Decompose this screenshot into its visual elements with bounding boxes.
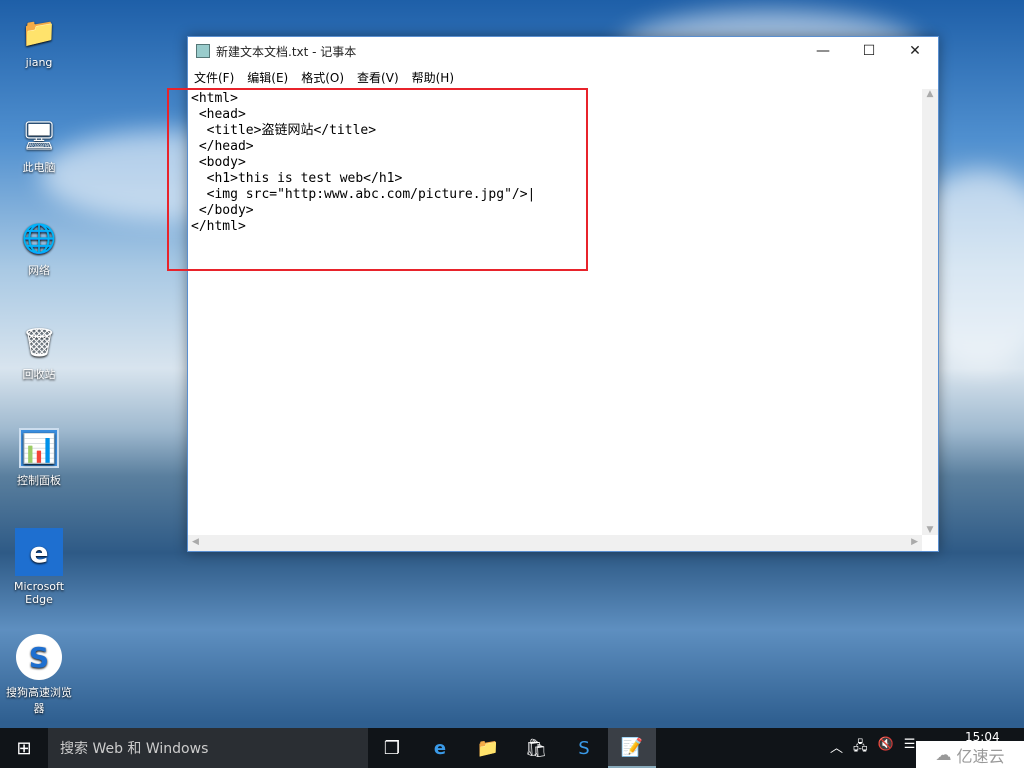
chevron-up-icon[interactable]: ︿ bbox=[830, 737, 843, 759]
menu-format[interactable]: 格式(O) bbox=[301, 69, 344, 86]
edge-icon: e bbox=[15, 528, 63, 576]
desktop-icon-this-pc[interactable]: 🖥 此电脑 bbox=[6, 115, 72, 175]
watermark: ☁ 亿速云 bbox=[916, 741, 1024, 768]
window-title: 新建文本文档.txt - 记事本 bbox=[216, 44, 357, 59]
scroll-down-icon[interactable]: ▼ bbox=[922, 525, 938, 535]
close-button[interactable]: ✕ bbox=[892, 37, 938, 65]
task-view-icon[interactable]: ❐ bbox=[368, 728, 416, 768]
menu-edit[interactable]: 编辑(E) bbox=[247, 69, 288, 86]
notepad-taskbar-icon[interactable]: 📝 bbox=[608, 728, 656, 768]
sogou-browser-icon: S bbox=[16, 634, 62, 680]
menu-help[interactable]: 帮助(H) bbox=[412, 69, 454, 86]
menu-file[interactable]: 文件(F) bbox=[194, 69, 234, 86]
highlight-box bbox=[167, 88, 588, 271]
scroll-up-icon[interactable]: ▲ bbox=[922, 89, 938, 99]
file-explorer-icon[interactable]: 📁 bbox=[464, 728, 512, 768]
cloud-logo-icon: ☁ bbox=[935, 745, 952, 764]
system-tray: ︿ 🖧 🔇 ☰ bbox=[830, 737, 915, 759]
sogou-taskbar-icon[interactable]: S bbox=[560, 728, 608, 768]
user-folder-icon: 📁 bbox=[21, 15, 57, 49]
store-icon[interactable]: 🛍 bbox=[512, 728, 560, 768]
notepad-icon bbox=[196, 44, 210, 58]
maximize-button[interactable]: ☐ bbox=[846, 37, 892, 65]
control-panel-icon: 📊 bbox=[19, 428, 59, 468]
search-box[interactable]: 搜索 Web 和 Windows bbox=[48, 728, 368, 768]
scroll-left-icon[interactable]: ◀ bbox=[192, 537, 199, 547]
start-button[interactable]: ⊞ bbox=[0, 728, 48, 768]
edge-taskbar-icon[interactable]: e bbox=[416, 728, 464, 768]
desktop-icon-jiang[interactable]: 📁 jiang bbox=[6, 12, 72, 70]
computer-icon: 🖥 bbox=[21, 118, 57, 152]
horizontal-scrollbar[interactable]: ◀ ▶ bbox=[188, 535, 922, 551]
scroll-right-icon[interactable]: ▶ bbox=[911, 537, 918, 547]
vertical-scrollbar[interactable]: ▲ ▼ bbox=[922, 89, 938, 535]
recycle-bin-icon: 🗑 bbox=[21, 325, 57, 359]
desktop-icon-recycle-bin[interactable]: 🗑 回收站 bbox=[6, 322, 72, 382]
network-icon: 🌐 bbox=[21, 221, 57, 255]
network-tray-icon[interactable]: 🖧 bbox=[853, 737, 868, 759]
desktop-icon-sogou[interactable]: S 搜狗高速浏览器 bbox=[6, 634, 72, 716]
menu-view[interactable]: 查看(V) bbox=[357, 69, 399, 86]
desktop-icon-control-panel[interactable]: 📊 控制面板 bbox=[6, 428, 72, 488]
taskbar: ⊞ 搜索 Web 和 Windows ❐ e 📁 🛍 S 📝 ︿ 🖧 🔇 ☰ 1… bbox=[0, 728, 1024, 768]
desktop-icon-edge[interactable]: e Microsoft Edge bbox=[6, 528, 72, 606]
volume-muted-icon[interactable]: 🔇 bbox=[878, 737, 894, 759]
action-center-icon[interactable]: ☰ bbox=[904, 737, 916, 759]
menu-bar: 文件(F) 编辑(E) 格式(O) 查看(V) 帮助(H) bbox=[188, 65, 938, 89]
minimize-button[interactable]: — bbox=[800, 37, 846, 65]
desktop-icon-network[interactable]: 🌐 网络 bbox=[6, 218, 72, 278]
